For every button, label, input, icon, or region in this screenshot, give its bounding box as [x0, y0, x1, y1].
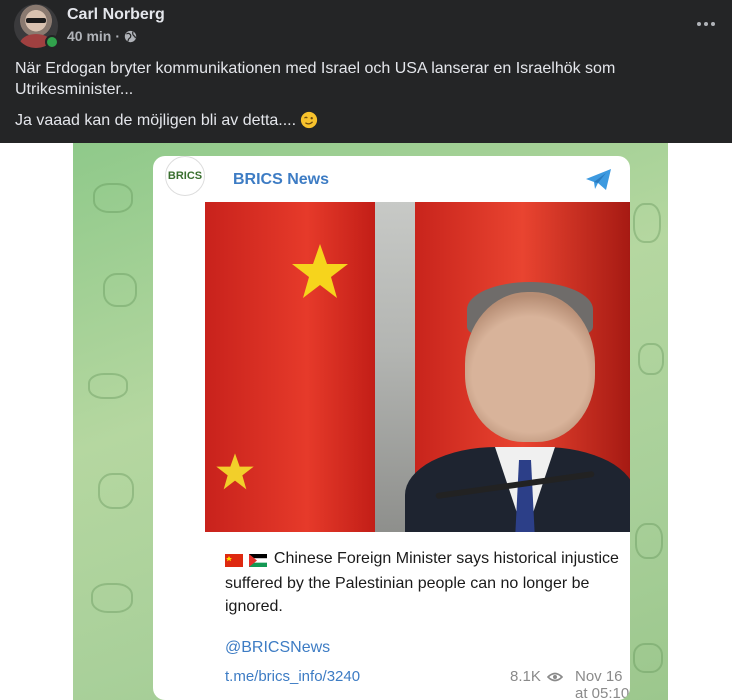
palestine-flag-icon — [249, 554, 268, 568]
post-text-line1: När Erdogan bryter kommunikationen med I… — [15, 60, 616, 98]
post-caption: Chinese Foreign Minister says historical… — [225, 547, 625, 618]
channel-name[interactable]: BRICS News — [233, 171, 329, 189]
telegram-icon — [586, 169, 611, 190]
eye-icon — [546, 672, 563, 681]
online-status-icon — [45, 35, 59, 49]
avatar-sunglasses — [26, 18, 46, 23]
china-flag-icon — [225, 554, 243, 568]
post-image[interactable]: BRICS BRICS News Chinese Foreign Ministe… — [0, 143, 732, 700]
telegram-background: BRICS BRICS News Chinese Foreign Ministe… — [73, 143, 668, 700]
post-text-line2: Ja vaaad kan de möjligen bli av detta...… — [15, 110, 715, 131]
wink-emoji-icon — [300, 111, 318, 129]
brics-logo[interactable]: BRICS — [165, 156, 205, 196]
flag-star-icon — [292, 244, 348, 298]
person-face — [465, 292, 595, 442]
flag-star-small-icon — [216, 453, 254, 490]
meta-separator: · — [115, 28, 121, 44]
post-header: Carl Norberg 40 min · — [0, 0, 732, 56]
telegram-post-card[interactable]: BRICS BRICS News Chinese Foreign Ministe… — [153, 156, 630, 700]
channel-handle-link[interactable]: @BRICSNews — [225, 639, 330, 657]
author-name[interactable]: Carl Norberg — [67, 6, 165, 24]
caption-flags — [225, 549, 269, 572]
news-photo — [205, 202, 630, 532]
view-count-value: 8.1K — [510, 668, 541, 685]
post-date: Nov 16 at 05:10 — [575, 668, 630, 700]
post-meta: 40 min · — [67, 28, 137, 44]
post-link[interactable]: t.me/brics_info/3240 — [225, 668, 360, 685]
post-text: När Erdogan bryter kommunikationen med I… — [15, 58, 715, 141]
post-text-line2-content: Ja vaaad kan de möjligen bli av detta...… — [15, 112, 297, 129]
caption-text: Chinese Foreign Minister says historical… — [225, 550, 619, 615]
globe-icon[interactable] — [124, 30, 137, 43]
more-options-icon[interactable] — [694, 12, 718, 36]
post-time[interactable]: 40 min — [67, 28, 111, 44]
view-count: 8.1K — [510, 668, 563, 685]
